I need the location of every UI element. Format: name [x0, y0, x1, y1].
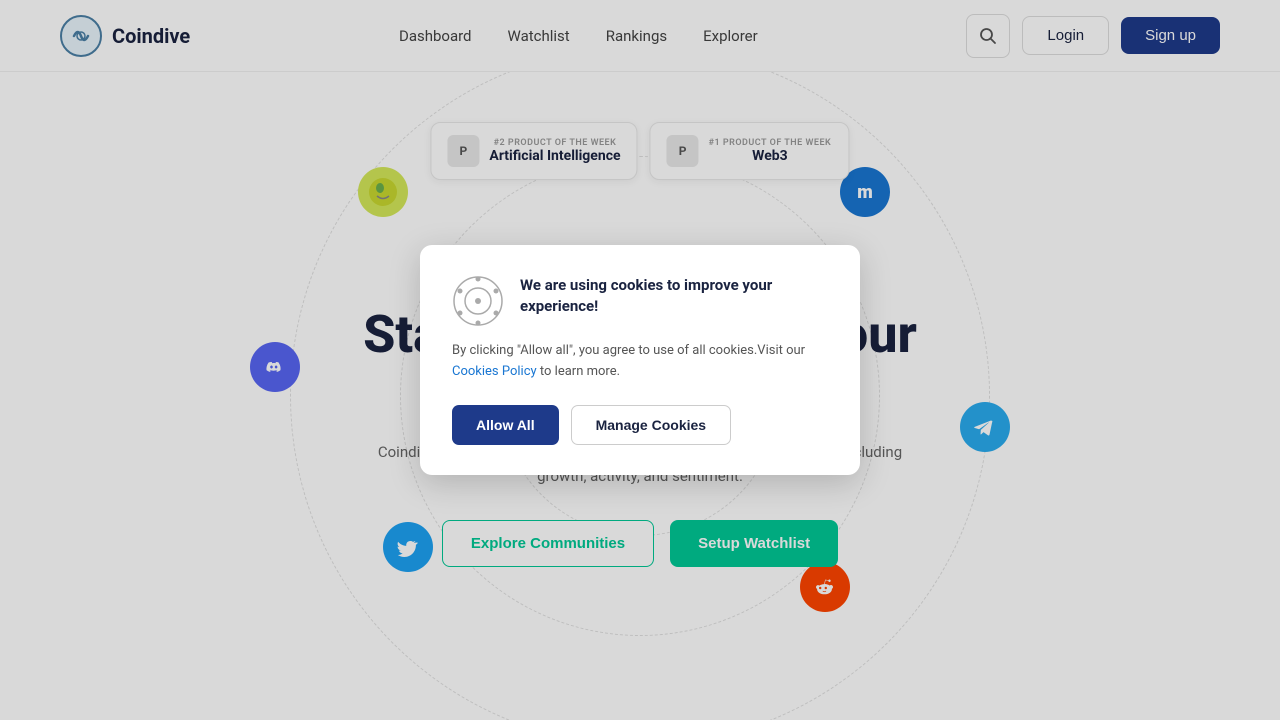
manage-cookies-button[interactable]: Manage Cookies	[571, 405, 731, 445]
cookies-policy-link[interactable]: Cookies Policy	[452, 364, 537, 379]
cookie-modal-header: We are using cookies to improve your exp…	[452, 275, 828, 327]
cookie-icon	[452, 275, 504, 327]
cookie-modal: We are using cookies to improve your exp…	[420, 245, 860, 475]
modal-overlay: We are using cookies to improve your exp…	[0, 0, 1280, 720]
cookie-actions: Allow All Manage Cookies	[452, 405, 828, 445]
cookie-body-text: By clicking "Allow all", you agree to us…	[452, 343, 805, 358]
cookie-body-suffix: to learn more.	[537, 364, 620, 379]
cookie-modal-title: We are using cookies to improve your exp…	[520, 275, 828, 317]
allow-all-button[interactable]: Allow All	[452, 405, 559, 445]
cookie-modal-body: By clicking "Allow all", you agree to us…	[452, 341, 828, 383]
